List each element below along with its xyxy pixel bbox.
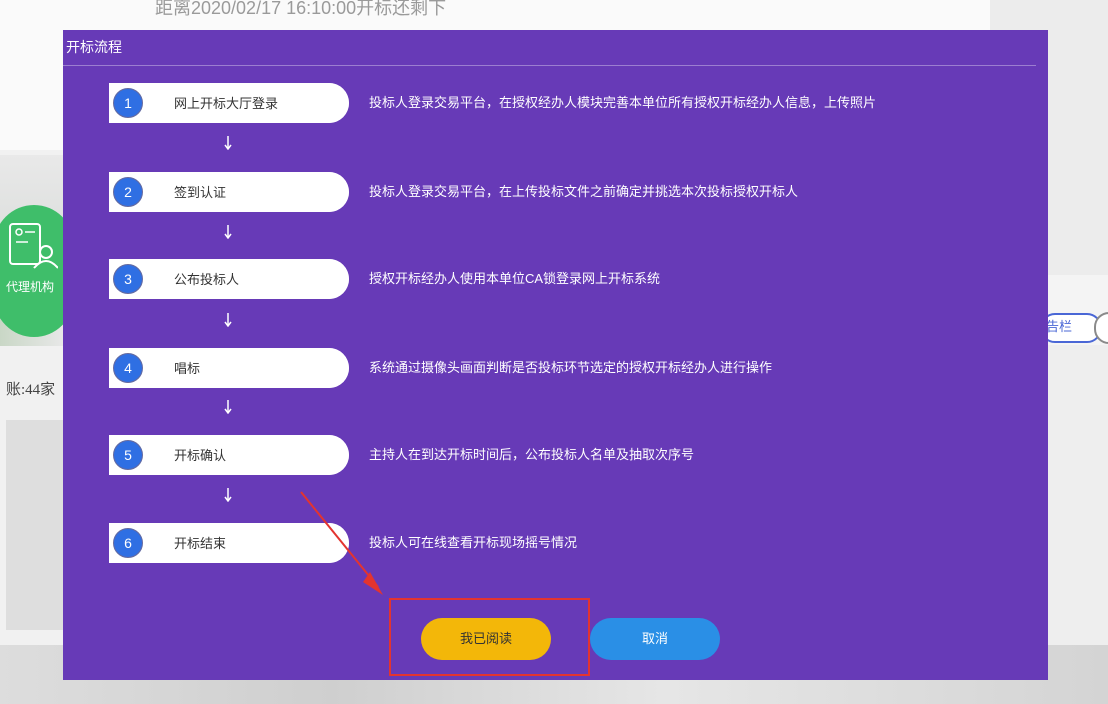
step-pill	[109, 523, 349, 563]
step-description: 授权开标经办人使用本单位CA锁登录网上开标系统	[369, 271, 661, 286]
step-number: 6	[111, 526, 145, 560]
step-description: 投标人可在线查看开标现场摇号情况	[369, 535, 578, 550]
step-name: 签到认证	[174, 185, 227, 200]
step-pill	[109, 435, 349, 475]
cancel-button[interactable]: 取消	[590, 618, 720, 660]
step-description: 投标人登录交易平台，在授权经办人模块完善本单位所有授权开标经办人信息，上传照片	[369, 95, 877, 110]
arrow-down-icon	[224, 225, 232, 239]
annotation-highlight-box	[389, 598, 590, 676]
step-description: 系统通过摄像头画面判断是否投标环节选定的授权开标经办人进行操作	[369, 360, 773, 375]
step-number: 4	[111, 351, 145, 385]
bid-opening-process-dialog: 开标流程 1 网上开标大厅登录 投标人登录交易平台，在授权经办人模块完善本单位所…	[63, 30, 1048, 680]
step-pill	[109, 172, 349, 212]
arrow-down-icon	[224, 488, 232, 502]
step-4: 4 唱标	[109, 348, 349, 388]
step-1: 1 网上开标大厅登录	[109, 83, 349, 123]
step-number: 3	[111, 262, 145, 296]
step-2: 2 签到认证	[109, 172, 349, 212]
notice-tab[interactable]: 告栏	[1040, 313, 1102, 343]
step-name: 唱标	[174, 361, 201, 376]
step-6: 6 开标结束	[109, 523, 349, 563]
step-name: 网上开标大厅登录	[174, 96, 279, 111]
dialog-title: 开标流程	[66, 39, 122, 55]
step-number: 1	[111, 86, 145, 120]
step-pill	[109, 348, 349, 388]
step-description: 投标人登录交易平台，在上传投标文件之前确定并挑选本次投标授权开标人	[369, 184, 799, 199]
agency-label: 代理机构	[6, 280, 55, 294]
background-grey-block	[6, 420, 64, 630]
agency-icon	[9, 223, 58, 269]
title-divider	[63, 65, 1036, 66]
step-name: 开标结束	[174, 536, 227, 551]
count-text: 账:44家	[6, 382, 56, 398]
step-number: 2	[111, 175, 145, 209]
arrow-down-icon	[224, 313, 232, 327]
countdown-text: 距离2020/02/17 16:10:00开标还剩下	[155, 0, 447, 18]
step-name: 开标确认	[174, 448, 227, 463]
step-name: 公布投标人	[174, 272, 240, 287]
arrow-down-icon	[224, 136, 232, 150]
step-5: 5 开标确认	[109, 435, 349, 475]
step-description: 主持人在到达开标时间后，公布投标人名单及抽取次序号	[369, 447, 695, 462]
arrow-down-icon	[224, 400, 232, 414]
step-number: 5	[111, 438, 145, 472]
step-3: 3 公布投标人	[109, 259, 349, 299]
